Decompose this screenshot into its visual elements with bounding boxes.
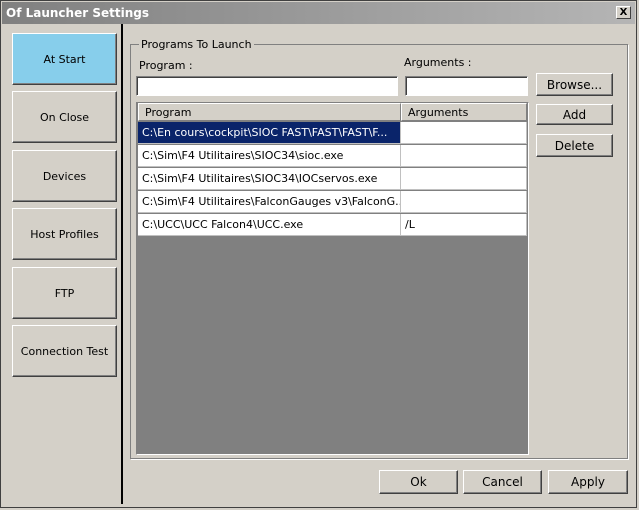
sidebar-item-label: FTP (54, 286, 75, 300)
sidebar-item-label: Devices (42, 169, 87, 183)
sidebar-divider (121, 24, 123, 504)
add-button-label: Add (562, 107, 587, 122)
cancel-button[interactable]: Cancel (463, 470, 542, 494)
program-cell: C:\Sim\F4 Utilitaires\SIOC34\sioc.exe (138, 145, 401, 167)
sidebar-item-ftp[interactable]: FTP (12, 267, 117, 319)
ok-button-label: Ok (410, 475, 427, 489)
delete-button-label: Delete (554, 138, 595, 153)
sidebar-item-on-close[interactable]: On Close (12, 91, 117, 143)
program-cell: C:\UCC\UCC Falcon4\UCC.exe (138, 214, 401, 236)
ok-button[interactable]: Ok (379, 470, 458, 494)
browse-button-label: Browse... (546, 77, 603, 92)
program-cell: C:\En cours\cockpit\SIOC FAST\FAST\FAST\… (138, 122, 401, 144)
arguments-input[interactable] (405, 76, 528, 96)
sidebar-item-label: Connection Test (20, 344, 109, 358)
browse-button[interactable]: Browse... (536, 73, 613, 96)
sidebar-item-at-start[interactable]: At Start (12, 33, 117, 85)
arguments-cell (401, 145, 527, 167)
add-button[interactable]: Add (536, 104, 613, 125)
sidebar-item-connection-test[interactable]: Connection Test (12, 325, 117, 377)
arguments-label: Arguments : (404, 56, 472, 69)
sidebar-item-label: At Start (43, 52, 86, 66)
arguments-cell: /L (401, 214, 527, 236)
program-label: Program : (139, 59, 193, 72)
sidebar-item-host-profiles[interactable]: Host Profiles (12, 208, 117, 260)
programs-group-title: Programs To Launch (139, 38, 254, 51)
program-cell: C:\Sim\F4 Utilitaires\FalconGauges v3\Fa… (138, 191, 401, 213)
table-row[interactable]: C:\Sim\F4 Utilitaires\SIOC34\sioc.exe (138, 145, 527, 168)
table-row[interactable]: C:\Sim\F4 Utilitaires\FalconGauges v3\Fa… (138, 191, 527, 214)
close-icon: X (619, 7, 628, 18)
cancel-button-label: Cancel (482, 475, 523, 489)
sidebar-item-label: Host Profiles (30, 227, 99, 241)
apply-button[interactable]: Apply (548, 470, 628, 494)
table-row[interactable]: C:\UCC\UCC Falcon4\UCC.exe /L (138, 214, 527, 237)
close-button[interactable]: X (616, 6, 631, 19)
arguments-cell (401, 191, 527, 213)
window-title: Of Launcher Settings (6, 6, 149, 20)
apply-button-label: Apply (571, 475, 605, 489)
programs-list[interactable]: Program Arguments C:\En cours\cockpit\SI… (136, 102, 529, 455)
table-row[interactable]: C:\En cours\cockpit\SIOC FAST\FAST\FAST\… (138, 122, 527, 145)
sidebar-item-label: On Close (39, 110, 90, 124)
program-cell: C:\Sim\F4 Utilitaires\SIOC34\IOCservos.e… (138, 168, 401, 190)
arguments-cell (401, 122, 527, 144)
title-bar[interactable]: Of Launcher Settings X (2, 2, 635, 24)
arguments-cell (401, 168, 527, 190)
program-input[interactable] (136, 76, 398, 96)
table-row[interactable]: C:\Sim\F4 Utilitaires\SIOC34\IOCservos.e… (138, 168, 527, 191)
sidebar-item-devices[interactable]: Devices (12, 150, 117, 202)
column-header-arguments[interactable]: Arguments (401, 103, 527, 121)
delete-button[interactable]: Delete (536, 134, 613, 157)
column-header-program[interactable]: Program (138, 103, 401, 121)
